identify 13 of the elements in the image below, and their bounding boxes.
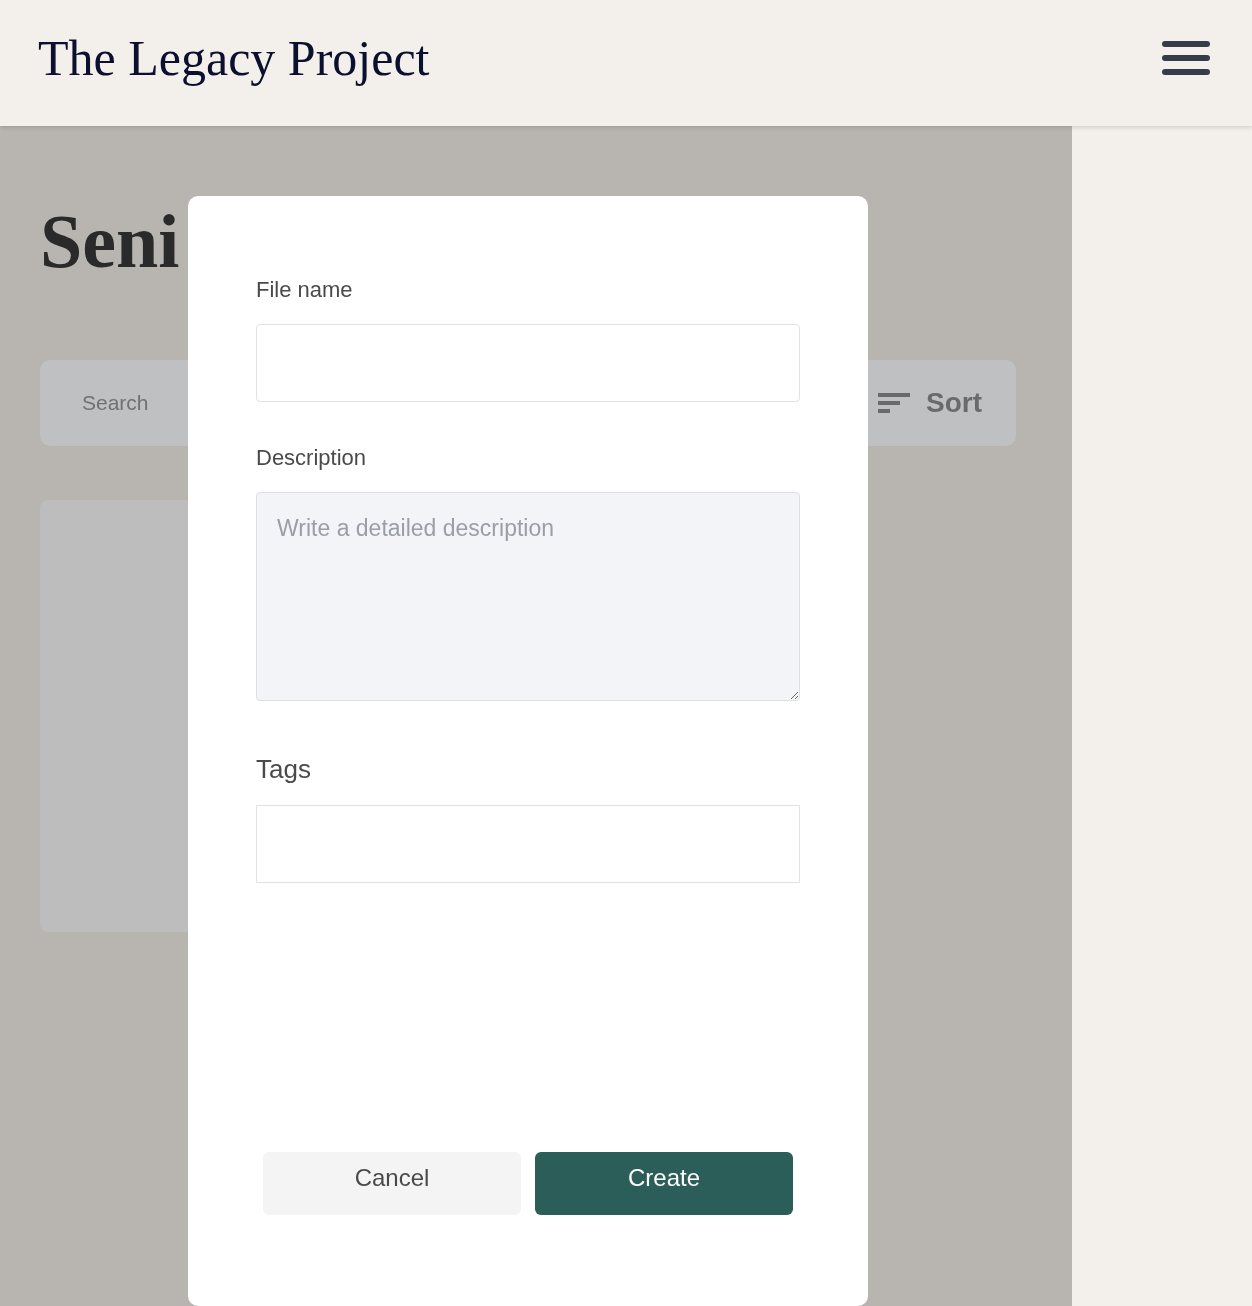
tags-field[interactable] xyxy=(256,805,800,883)
page-heading: Seni xyxy=(40,198,181,285)
site-title[interactable]: The Legacy Project xyxy=(38,29,430,87)
search-field[interactable]: Search xyxy=(80,390,284,416)
field-label: Description xyxy=(256,444,368,472)
field-label: File name xyxy=(256,276,354,304)
description-field[interactable]: Write a detailed description xyxy=(256,492,800,701)
sort-icon xyxy=(878,391,912,415)
field-label: Tags xyxy=(256,753,312,786)
create-button[interactable]: Create xyxy=(535,1152,793,1215)
cancel-button[interactable]: Cancel xyxy=(263,1152,521,1215)
input-field[interactable] xyxy=(256,324,800,402)
menu-icon[interactable] xyxy=(1162,41,1210,75)
